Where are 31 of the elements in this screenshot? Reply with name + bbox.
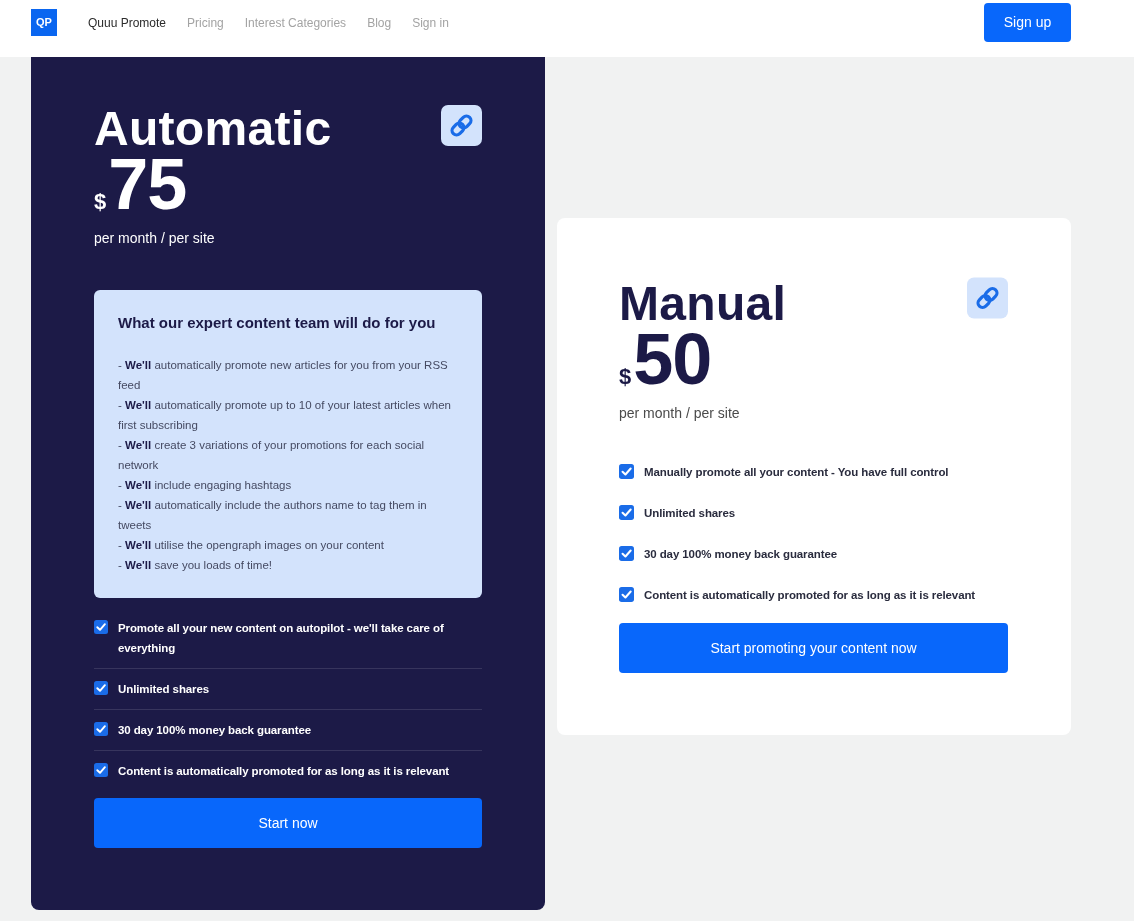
nav-link[interactable]: Blog <box>367 13 392 32</box>
panel-heading: What our expert content team will do for you <box>118 314 437 333</box>
panel-list-item: - We'll utilise the opengraph images on your content <box>118 538 385 554</box>
nav-link[interactable]: Interest Categories <box>244 13 347 32</box>
feature-text: Content is automatically promoted for as long as it is relevant <box>118 764 450 780</box>
feature-text: Promote all your new content on autopilot - we'll take care of everything <box>118 621 445 657</box>
start-button[interactable]: Start now <box>94 798 482 849</box>
currency-symbol: $ <box>619 366 632 388</box>
price-amount: 50 <box>633 325 712 394</box>
price-amount: 75 <box>108 150 187 219</box>
sign-up-button[interactable]: Sign up <box>984 3 1071 42</box>
feature-text: 30 day 100% money back guarantee <box>118 723 312 739</box>
feature-text: Content is automatically promoted for as long as it is relevant <box>644 588 976 604</box>
price-period: per month / per site <box>619 404 741 424</box>
plan-title: Automatic <box>94 105 332 153</box>
currency-symbol: $ <box>94 191 107 213</box>
feature-text: Unlimited shares <box>644 506 736 522</box>
nav-link[interactable]: Quuu Promote <box>88 13 167 32</box>
chain-link-icon <box>441 105 482 146</box>
price-period: per month / per site <box>94 229 216 249</box>
start-button[interactable]: Start promoting your content now <box>619 623 1008 674</box>
panel-list-item: - We'll include engaging hashtags <box>118 478 293 494</box>
feature-text: Manually promote all your content - You have full control <box>644 465 949 481</box>
chain-link-icon <box>967 277 1008 319</box>
feature-text: 30 day 100% money back guarantee <box>644 547 838 563</box>
logo[interactable]: QP <box>31 9 57 36</box>
feature-text: Unlimited shares <box>118 682 210 698</box>
nav-link[interactable]: Sign in <box>412 13 449 32</box>
plan-title: Manual <box>619 280 787 328</box>
panel-list-item: - We'll save you loads of time! <box>118 558 273 574</box>
nav-link[interactable]: Pricing <box>187 13 224 32</box>
